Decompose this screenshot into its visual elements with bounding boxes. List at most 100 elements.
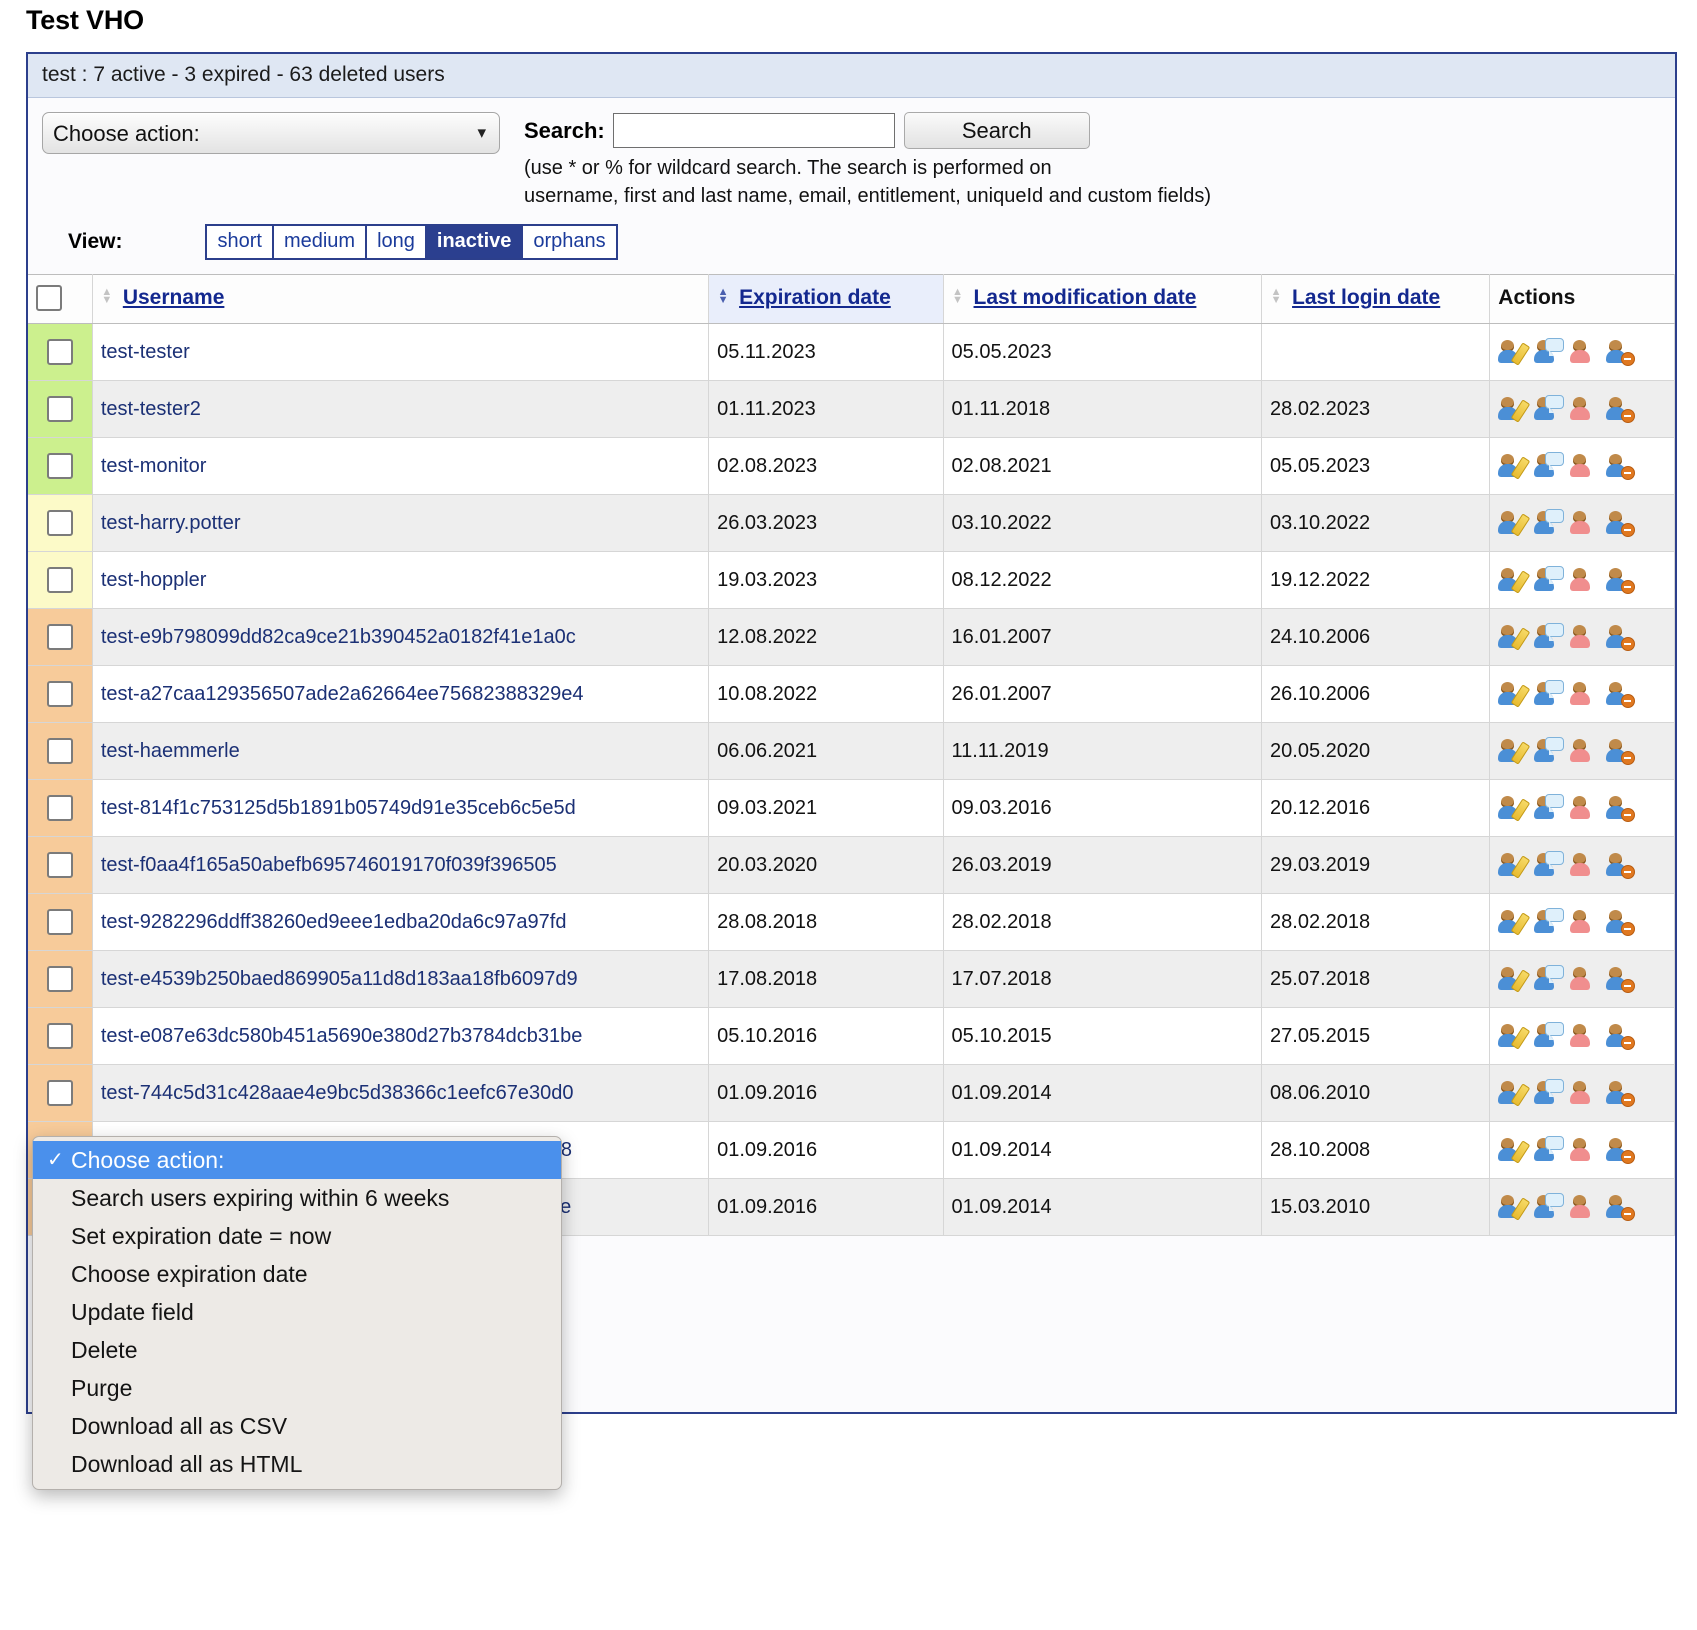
user-comment-icon[interactable] — [1534, 851, 1565, 879]
user-comment-icon[interactable] — [1534, 452, 1565, 480]
edit-user-icon[interactable] — [1498, 452, 1531, 480]
row-checkbox[interactable] — [46, 339, 73, 365]
username-link[interactable]: test-814f1c753125d5b1891b05749d91e35ceb6… — [101, 797, 576, 819]
user-comment-icon[interactable] — [1534, 680, 1565, 708]
user-red-icon[interactable] — [1570, 395, 1600, 423]
user-remove-icon[interactable] — [1606, 623, 1636, 651]
user-remove-icon[interactable] — [1606, 680, 1636, 708]
edit-user-icon[interactable] — [1498, 1136, 1531, 1164]
user-comment-icon[interactable] — [1534, 794, 1565, 822]
action-select-wrapper[interactable]: Choose action: ▾ — [42, 112, 500, 154]
user-comment-icon[interactable] — [1534, 395, 1565, 423]
view-tab-short[interactable]: short — [205, 224, 274, 260]
row-checkbox[interactable] — [46, 1023, 73, 1049]
dropdown-item[interactable]: Set expiration date = now — [33, 1217, 561, 1255]
view-tab-orphans[interactable]: orphans — [521, 224, 618, 260]
user-remove-icon[interactable] — [1606, 452, 1636, 480]
user-red-icon[interactable] — [1570, 680, 1600, 708]
user-remove-icon[interactable] — [1606, 737, 1636, 765]
username-link[interactable]: test-tester2 — [101, 398, 201, 420]
dropdown-item[interactable]: Choose expiration date — [33, 1255, 561, 1293]
edit-user-icon[interactable] — [1498, 1193, 1531, 1221]
view-tab-long[interactable]: long — [365, 224, 427, 260]
username-link[interactable]: test-e087e63dc580b451a5690e380d27b3784dc… — [101, 1025, 583, 1047]
username-link[interactable]: test-monitor — [101, 455, 207, 477]
sort-arrows-icon[interactable]: ▲ ▼ — [101, 287, 113, 306]
username-link[interactable]: test-9282296ddff38260ed9eee1edba20da6c97… — [101, 911, 567, 933]
edit-user-icon[interactable] — [1498, 338, 1531, 366]
username-link[interactable]: test-a27caa129356507ade2a62664ee75682388… — [101, 683, 584, 705]
username-link[interactable]: test-e4539b250baed869905a11d8d183aa18fb6… — [101, 968, 578, 990]
user-remove-icon[interactable] — [1606, 851, 1636, 879]
dropdown-item[interactable]: Update field — [33, 1293, 561, 1331]
user-remove-icon[interactable] — [1606, 1136, 1636, 1164]
row-checkbox[interactable] — [46, 681, 73, 707]
user-red-icon[interactable] — [1570, 908, 1600, 936]
dropdown-item[interactable]: ✓ Choose action: — [33, 1141, 561, 1179]
user-remove-icon[interactable] — [1606, 965, 1636, 993]
user-remove-icon[interactable] — [1606, 1079, 1636, 1107]
dropdown-item[interactable]: Delete — [33, 1331, 561, 1369]
row-checkbox[interactable] — [46, 909, 73, 935]
header-last-modification-date[interactable]: ▲ ▼ Last modification date — [943, 274, 1263, 324]
user-remove-icon[interactable] — [1606, 338, 1636, 366]
row-checkbox[interactable] — [46, 795, 73, 821]
username-link[interactable]: test-744c5d31c428aae4e9bc5d38366c1eefc67… — [101, 1082, 574, 1104]
edit-user-icon[interactable] — [1498, 509, 1531, 537]
row-checkbox[interactable] — [46, 738, 73, 764]
user-red-icon[interactable] — [1570, 851, 1600, 879]
user-comment-icon[interactable] — [1534, 1193, 1565, 1221]
user-comment-icon[interactable] — [1534, 965, 1565, 993]
choose-action-dropdown-menu[interactable]: ✓ Choose action: Search users expiring wit… — [32, 1136, 562, 1490]
choose-action-select[interactable]: Choose action: — [42, 112, 500, 154]
edit-user-icon[interactable] — [1498, 680, 1531, 708]
username-link[interactable]: test-tester — [101, 341, 190, 363]
username-link[interactable]: test-harry.potter — [101, 512, 241, 534]
header-expiration-label[interactable]: Expiration date — [739, 286, 891, 309]
header-last-login-date[interactable]: ▲ ▼ Last login date — [1261, 274, 1491, 324]
dropdown-item[interactable]: Search users expiring within 6 weeks — [33, 1179, 561, 1217]
user-red-icon[interactable] — [1570, 452, 1600, 480]
user-remove-icon[interactable] — [1606, 794, 1636, 822]
user-comment-icon[interactable] — [1534, 566, 1565, 594]
user-remove-icon[interactable] — [1606, 1022, 1636, 1050]
user-remove-icon[interactable] — [1606, 908, 1636, 936]
row-checkbox[interactable] — [46, 966, 73, 992]
user-red-icon[interactable] — [1570, 1079, 1600, 1107]
user-comment-icon[interactable] — [1534, 623, 1565, 651]
user-comment-icon[interactable] — [1534, 1136, 1565, 1164]
username-link[interactable]: test-haemmerle — [101, 740, 240, 762]
search-button[interactable]: Search — [903, 112, 1090, 149]
edit-user-icon[interactable] — [1498, 1022, 1531, 1050]
edit-user-icon[interactable] — [1498, 566, 1531, 594]
user-comment-icon[interactable] — [1534, 338, 1565, 366]
edit-user-icon[interactable] — [1498, 623, 1531, 651]
edit-user-icon[interactable] — [1498, 395, 1531, 423]
dropdown-item[interactable]: Download all as CSV — [33, 1407, 561, 1445]
row-checkbox[interactable] — [46, 852, 73, 878]
header-username[interactable]: ▲ ▼ Username — [92, 274, 710, 324]
view-tab-inactive[interactable]: inactive — [424, 224, 524, 260]
user-red-icon[interactable] — [1570, 509, 1600, 537]
user-comment-icon[interactable] — [1534, 1079, 1565, 1107]
sort-arrows-icon[interactable]: ▲ ▼ — [1270, 287, 1282, 306]
row-checkbox[interactable] — [46, 396, 73, 422]
view-tab-medium[interactable]: medium — [271, 224, 368, 260]
header-modification-label[interactable]: Last modification date — [974, 286, 1197, 309]
select-all-checkbox[interactable] — [36, 285, 62, 311]
user-remove-icon[interactable] — [1606, 1193, 1636, 1221]
user-remove-icon[interactable] — [1606, 509, 1636, 537]
search-input[interactable] — [612, 113, 895, 148]
user-remove-icon[interactable] — [1606, 566, 1636, 594]
username-link[interactable]: test-f0aa4f165a50abefb695746019170f039f3… — [101, 854, 557, 876]
header-username-label[interactable]: Username — [123, 286, 225, 309]
edit-user-icon[interactable] — [1498, 908, 1531, 936]
user-comment-icon[interactable] — [1534, 908, 1565, 936]
user-comment-icon[interactable] — [1534, 509, 1565, 537]
row-checkbox[interactable] — [46, 453, 73, 479]
user-red-icon[interactable] — [1570, 794, 1600, 822]
row-checkbox[interactable] — [46, 624, 73, 650]
user-red-icon[interactable] — [1570, 965, 1600, 993]
user-red-icon[interactable] — [1570, 566, 1600, 594]
dropdown-item[interactable]: Download all as HTML — [33, 1445, 561, 1483]
